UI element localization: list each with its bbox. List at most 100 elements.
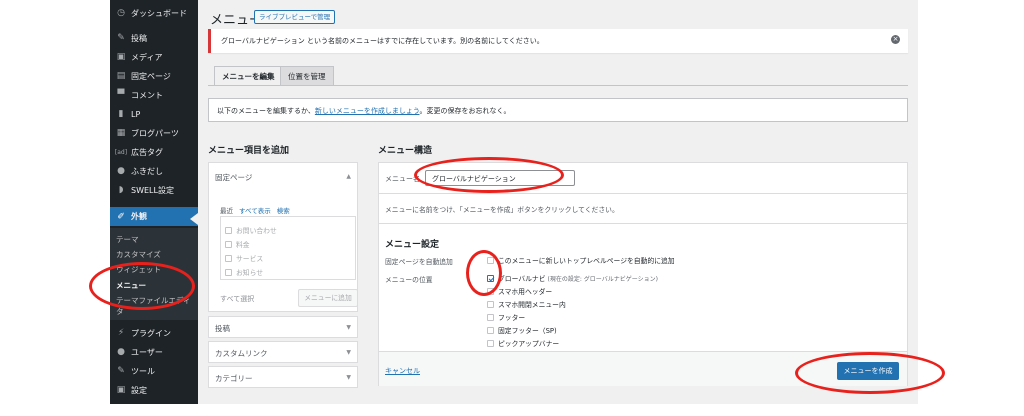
plugin-icon: ⚡ (117, 328, 125, 338)
sidebar-item-comments[interactable]: ▀ コメント (110, 86, 198, 104)
ad-icon: [ad] (114, 148, 128, 156)
menu-hint-text: メニューに名前をつけ、「メニューを作成」ボタンをクリックしてください。 (385, 206, 619, 214)
auto-add-label: 固定ページを自動追加 (385, 258, 453, 266)
custom-links-accordion-title: カスタムリンク (215, 349, 268, 358)
location-checkbox[interactable] (487, 300, 494, 308)
admin-screen: ◷ ダッシュボード ✎ 投稿 ▣ メディア ▤ 固定ページ ▀ コメント ▮ LP ▦ ブログ… (110, 0, 918, 404)
media-icon: ▣ (116, 52, 126, 62)
document-icon: ▮ (118, 109, 124, 119)
wrench-icon: ✎ (117, 366, 125, 376)
create-menu-button[interactable]: メニューを作成 (837, 362, 899, 380)
fixed-pages-title[interactable]: 固定ページ (215, 172, 252, 183)
settings-icon: ▣ (116, 385, 126, 395)
sidebar-item-blog-parts[interactable]: ▦ ブログパーツ (110, 124, 198, 142)
menu-name-label: メニュー名 (385, 175, 420, 183)
sidebar-item-posts[interactable]: ✎ 投稿 (110, 29, 198, 47)
list-item[interactable]: 料金 (225, 239, 250, 249)
location-checkbox[interactable] (487, 326, 494, 334)
create-new-menu-link[interactable]: 新しいメニューを作成しましょう (315, 107, 420, 115)
submenu-item-theme-editor[interactable]: テーマファイルエディ (116, 295, 190, 306)
error-notice: グローバルナビゲーション という名前のメニューはすでに存在しています。別の名前に… (208, 29, 908, 53)
dismiss-icon[interactable]: × (891, 35, 900, 44)
custom-links-accordion[interactable]: カスタムリンク ▼ (208, 341, 358, 363)
tab-divider (208, 85, 908, 86)
location-option[interactable]: フッター (487, 312, 525, 322)
submenu-item-theme-editor-wrap: タ (116, 307, 124, 316)
menu-location-label: メニューの位置 (385, 276, 433, 284)
sidebar-item-swell-settings[interactable]: ◗ SWELL設定 (110, 181, 198, 199)
grid-icon: ▦ (116, 128, 126, 138)
location-checkbox[interactable] (487, 339, 494, 347)
expand-arrow-icon: ▼ (346, 324, 351, 331)
info-box: 以下のメニューを編集するか、新しいメニューを作成しましょう。変更の保存をお忘れな… (208, 98, 908, 122)
sidebar-item-ad-tags[interactable]: [ad] 広告タグ (110, 143, 198, 161)
location-checkbox-checked[interactable] (487, 274, 494, 282)
sidebar-item-appearance[interactable]: ✐ 外観 (110, 207, 198, 226)
sidebar-item-media[interactable]: ▣ メディア (110, 48, 198, 66)
add-to-menu-button[interactable]: メニューに追加 (298, 289, 358, 307)
sidebar-item-pages[interactable]: ▤ 固定ページ (110, 67, 198, 85)
categories-accordion[interactable]: カテゴリー ▼ (208, 366, 358, 388)
list-item[interactable]: サービス (225, 253, 263, 263)
location-option[interactable]: ピックアップバナー (487, 338, 559, 348)
sidebar-item-lp[interactable]: ▮ LP (110, 105, 198, 123)
collapse-arrow-icon[interactable]: ▲ (346, 173, 351, 180)
brush-icon: ✐ (117, 211, 125, 222)
admin-sidebar: ◷ ダッシュボード ✎ 投稿 ▣ メディア ▤ 固定ページ ▀ コメント ▮ LP ▦ ブログ… (110, 0, 198, 404)
list-item[interactable]: お問い合わせ (225, 225, 277, 235)
info-text: 以下のメニューを編集するか、新しいメニューを作成しましょう。変更の保存をお忘れな… (217, 107, 511, 115)
sidebar-item-dashboard[interactable]: ◷ ダッシュボード (110, 4, 198, 22)
sidebar-item-users[interactable]: ● ユーザー (110, 343, 198, 361)
subtab-view-all[interactable]: すべて表示 (239, 207, 271, 215)
auto-add-option[interactable]: このメニューに新しいトップレベルページを自動的に追加 (487, 255, 675, 265)
sidebar-item-plugins[interactable]: ⚡ プラグイン (110, 324, 198, 342)
sidebar-item-settings[interactable]: ▣ 設定 (110, 381, 198, 399)
tab-manage-locations[interactable]: 位置を管理 (280, 66, 334, 86)
live-preview-button[interactable]: ライブプレビューで管理 (254, 10, 336, 24)
checkbox[interactable] (225, 240, 232, 248)
tab-edit-menus[interactable]: メニューを編集 (214, 66, 283, 86)
select-all-label[interactable]: すべて選択 (220, 294, 254, 304)
divider (379, 193, 907, 194)
notice-text: グローバルナビゲーション という名前のメニューはすでに存在しています。別の名前に… (221, 37, 544, 45)
subtab-search[interactable]: 検索 (277, 207, 290, 215)
menu-footer-bar: キャンセル メニューを作成 (379, 351, 907, 386)
page-icon: ▤ (116, 71, 126, 81)
fixed-pages-subtabs: 最近 すべて表示 検索 (220, 205, 296, 215)
submenu-item-themes[interactable]: テーマ (116, 234, 139, 245)
subtab-recent[interactable]: 最近 (220, 207, 233, 215)
pin-icon: ✎ (117, 33, 125, 43)
active-menu-pointer (190, 213, 198, 225)
add-items-heading: メニュー項目を追加 (208, 146, 290, 156)
location-checkbox[interactable] (487, 287, 494, 295)
sidebar-item-tools[interactable]: ✎ ツール (110, 362, 198, 380)
swell-icon: ◗ (118, 185, 124, 195)
submenu-item-widgets[interactable]: ウィジェット (116, 264, 161, 275)
location-option[interactable]: スマホ用ヘッダー (487, 286, 552, 296)
divider (379, 223, 907, 224)
location-checkbox[interactable] (487, 313, 494, 321)
submenu-item-menus[interactable]: メニュー (116, 280, 146, 291)
checkbox[interactable] (225, 254, 232, 262)
pages-checklist: お問い合わせ 料金 サービス お知らせ (220, 216, 356, 280)
menu-structure-panel: メニュー名 グローバルナビゲーション メニューに名前をつけ、「メニューを作成」ボ… (378, 162, 908, 386)
main-content: メニュー ライブプレビューで管理 グローバルナビゲーション という名前のメニュー… (208, 0, 908, 404)
bubble-icon: ● (117, 166, 125, 176)
cancel-link[interactable]: キャンセル (385, 366, 420, 376)
posts-accordion[interactable]: 投稿 ▼ (208, 316, 358, 338)
menu-structure-heading: メニュー構造 (378, 146, 433, 156)
submenu-item-customize[interactable]: カスタマイズ (116, 249, 161, 260)
location-option[interactable]: 固定フッター（SP) (487, 325, 557, 335)
list-item[interactable]: お知らせ (225, 267, 263, 277)
comment-icon: ▀ (117, 90, 125, 100)
location-option[interactable]: スマホ開閉メニュー内 (487, 299, 566, 309)
categories-accordion-title: カテゴリー (215, 374, 253, 383)
menu-name-input[interactable]: グローバルナビゲーション (425, 170, 575, 186)
menu-settings-heading: メニュー設定 (385, 240, 440, 250)
checkbox[interactable] (225, 268, 232, 276)
posts-accordion-title: 投稿 (215, 324, 230, 333)
location-option[interactable]: グローバルナビ (現在の設定: グローバルナビゲーション) (487, 273, 658, 283)
sidebar-item-balloon[interactable]: ● ふきだし (110, 162, 198, 180)
auto-add-checkbox[interactable] (487, 256, 494, 264)
checkbox[interactable] (225, 226, 232, 234)
